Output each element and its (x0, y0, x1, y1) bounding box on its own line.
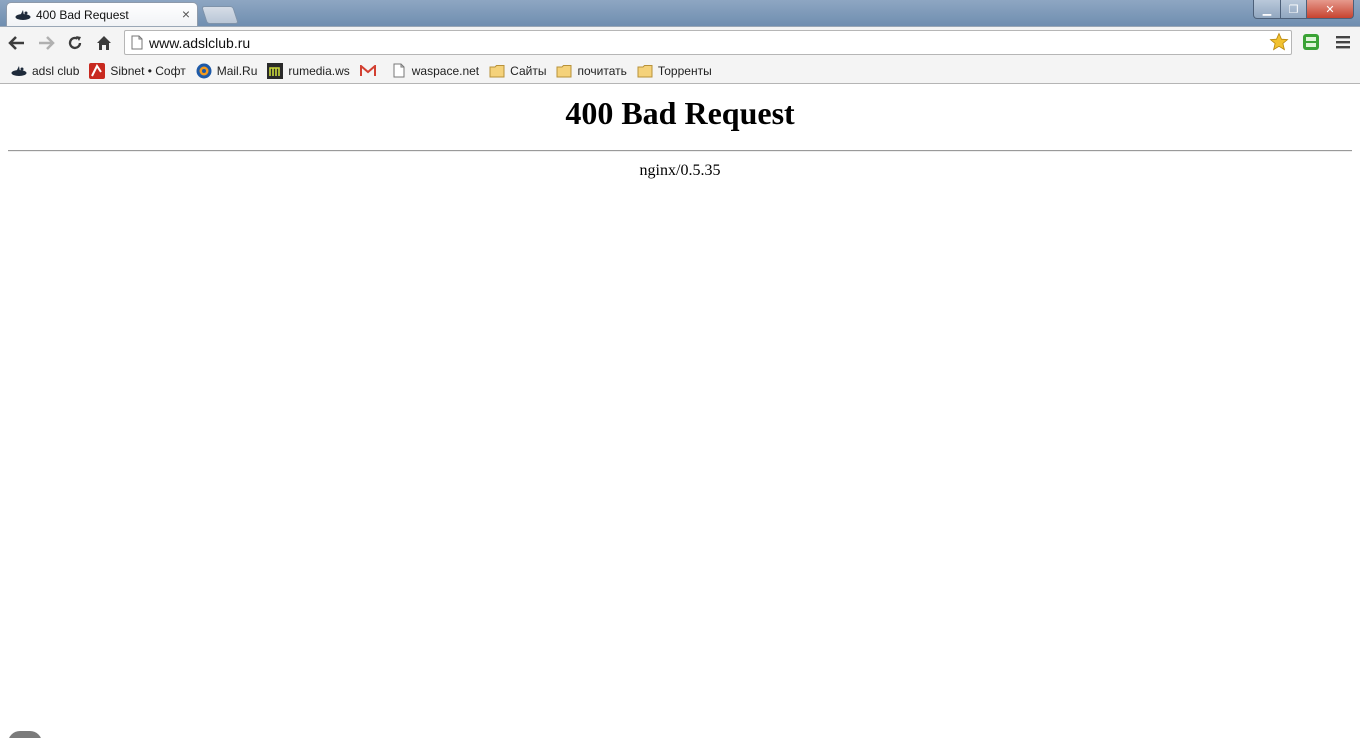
bookmark-label: почитать (577, 63, 627, 78)
home-button[interactable] (93, 32, 115, 54)
restore-icon: ❐ (1288, 3, 1299, 16)
bookmark-label: Торренты (657, 63, 712, 78)
page-icon (131, 35, 143, 50)
home-icon (97, 36, 111, 50)
menu-icon[interactable] (1335, 35, 1351, 49)
tab-active[interactable]: 400 Bad Request × (6, 2, 198, 26)
bookmark-folder-read[interactable]: почитать (551, 60, 631, 82)
address-bar[interactable] (124, 30, 1292, 55)
bookmarks-bar: adsl club Sibnet • Софт Mail.Ru rumedia.… (0, 58, 1360, 84)
folder-icon (489, 63, 505, 79)
bookmark-label: rumedia.ws (288, 63, 350, 78)
extension-icon[interactable] (1302, 33, 1320, 51)
maximize-button[interactable]: ❐ (1281, 0, 1307, 19)
adsl-club-icon (11, 63, 27, 79)
sibnet-icon (89, 62, 106, 79)
adsl-club-icon (15, 7, 31, 23)
window-controls: ▁ ❐ ✕ (1253, 0, 1354, 19)
rumedia-icon (267, 62, 284, 79)
reload-icon (68, 36, 82, 50)
tab-close-icon[interactable]: × (182, 6, 190, 22)
bookmark-star-icon[interactable] (1269, 32, 1289, 52)
url-input[interactable] (149, 33, 1259, 52)
folder-icon (637, 63, 653, 79)
bookmark-adsl-club[interactable]: adsl club (6, 60, 84, 82)
bookmark-label: waspace.net (411, 63, 480, 78)
back-arrow-icon (8, 36, 24, 50)
page-title: 400 Bad Request (565, 95, 795, 131)
browser-window: 400 Bad Request × ▁ ❐ ✕ www.adslclub.ru … (0, 0, 1360, 738)
bookmark-folder-torrents[interactable]: Торренты (632, 60, 717, 82)
bookmark-label: Mail.Ru (216, 63, 258, 78)
close-icon: ✕ (1325, 3, 1335, 16)
server-signature: nginx/0.5.35 (639, 162, 721, 179)
browser-toolbar (0, 26, 1360, 59)
tab-title: 400 Bad Request (36, 7, 129, 22)
bookmark-folder-sites[interactable]: Сайты (484, 60, 551, 82)
minimize-button[interactable]: ▁ (1253, 0, 1281, 19)
bookmark-waspace[interactable]: waspace.net (386, 60, 484, 82)
reload-button[interactable] (64, 32, 86, 54)
gmail-icon (359, 63, 376, 79)
back-button[interactable] (6, 32, 28, 54)
bookmark-label: Сайты (510, 63, 547, 78)
bookmark-sibnet[interactable]: Sibnet • Софт (84, 60, 190, 82)
page-content: 400 Bad Request nginx/0.5.35 (0, 85, 1360, 738)
forward-arrow-icon (39, 36, 55, 50)
bookmark-mailru[interactable]: Mail.Ru (191, 60, 263, 82)
folder-icon (556, 63, 572, 79)
minimize-icon: ▁ (1262, 3, 1272, 16)
corner-overlay-shape (8, 731, 42, 738)
bookmark-gmail[interactable] (355, 60, 386, 82)
bookmark-label: adsl club (32, 63, 80, 78)
new-tab-button[interactable] (201, 6, 239, 24)
tab-strip: 400 Bad Request × ▁ ❐ ✕ (0, 0, 1360, 26)
forward-button[interactable] (35, 32, 57, 54)
bookmark-rumedia[interactable]: rumedia.ws (262, 60, 354, 82)
mailru-icon (196, 63, 212, 79)
close-window-button[interactable]: ✕ (1307, 0, 1354, 19)
divider (8, 150, 1352, 152)
page-icon (391, 63, 407, 79)
bookmark-label: Sibnet • Софт (110, 63, 186, 78)
